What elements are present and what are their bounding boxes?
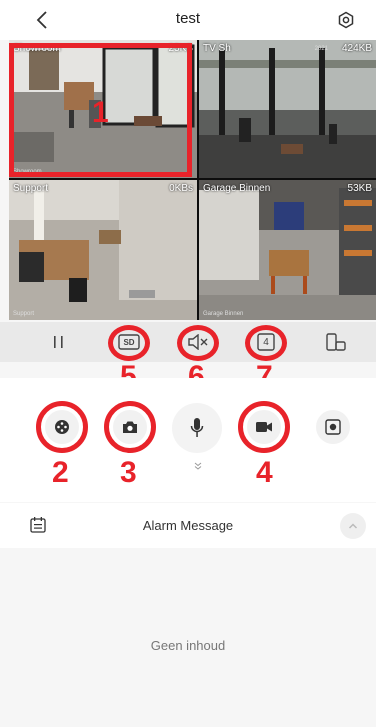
- camera-name: TV Sh: [203, 43, 231, 54]
- highlight-ring-4: [238, 401, 290, 453]
- annotation-number: 2: [52, 456, 69, 489]
- annotation-number: 1: [92, 96, 109, 129]
- highlight-ring-3: [104, 401, 156, 453]
- camera-feed-garage: [199, 180, 376, 320]
- annotation-number: 3: [120, 456, 137, 489]
- camera-stamp: Support: [13, 311, 35, 317]
- camera-bitrate: 424KB: [341, 43, 372, 54]
- microphone-icon: [190, 418, 204, 437]
- top-bar: test: [0, 0, 376, 40]
- camera-stamp: Garage Binnen: [203, 311, 244, 317]
- alarm-message-title: Alarm Message: [142, 518, 234, 533]
- highlight-ring-5: [108, 325, 150, 361]
- microphone-button[interactable]: [172, 403, 222, 453]
- pause-icon[interactable]: [47, 330, 71, 354]
- phone-rotate-icon[interactable]: [324, 330, 348, 354]
- camera-feed-tv: [199, 40, 376, 178]
- annotation-number: 4: [256, 456, 273, 489]
- chevron-up-icon[interactable]: [340, 513, 366, 539]
- camera-bitrate: 0KBs: [169, 183, 193, 194]
- highlight-ring-6: [177, 325, 219, 361]
- fisheye-button[interactable]: [316, 410, 350, 444]
- chevron-down-icon[interactable]: [191, 459, 205, 473]
- camera-tile-support[interactable]: Support 0KBs Support: [9, 180, 197, 320]
- highlight-ring-2: [36, 401, 88, 453]
- fisheye-icon: [325, 419, 341, 435]
- empty-state-text: Geen inhoud: [150, 638, 226, 653]
- camera-bitrate: 53KB: [347, 183, 372, 194]
- camera-timestamp: 2021: [314, 46, 328, 52]
- camera-tile-garage[interactable]: Garage Binnen 53KB Garage Binnen: [199, 180, 376, 320]
- alarm-message-bar[interactable]: Alarm Message: [0, 503, 376, 548]
- camera-name: Garage Binnen: [203, 183, 271, 194]
- camera-feed-support: [9, 180, 197, 320]
- highlight-ring-7: [245, 325, 287, 361]
- camera-name: Support: [13, 183, 49, 194]
- page-title: test: [175, 10, 201, 27]
- camera-tile-tv[interactable]: TV Sh 2021 424KB: [199, 40, 376, 178]
- settings-icon[interactable]: [334, 8, 358, 32]
- alarm-list-empty: Geen inhoud: [0, 558, 376, 727]
